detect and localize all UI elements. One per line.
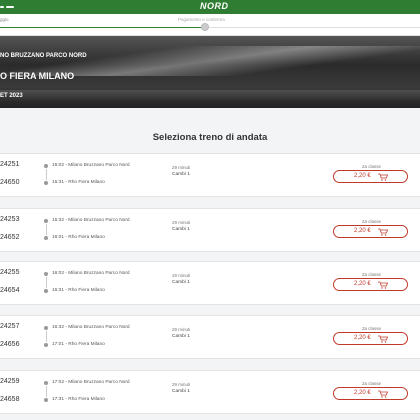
arrival-dot [44, 343, 48, 347]
price: 2,20 € [354, 335, 371, 341]
arrival-info: 17:31 - Rho Fiera Milano [52, 397, 105, 402]
changes: Cambi 1 [172, 280, 190, 285]
arrival-info: 16:31 - Rho Fiera Milano [52, 288, 105, 293]
add-to-cart-button[interactable]: 2,20 € [333, 225, 408, 238]
step-label-trip[interactable]: ggio [0, 17, 9, 22]
changes: Cambi 1 [172, 227, 190, 232]
departure-info: 15:02 - Milano Bruzzano Parco Nord [52, 163, 130, 168]
travel-class: 2a classe [362, 381, 382, 386]
duration: 29 minuti [172, 220, 191, 225]
route-line [45, 386, 47, 397]
add-to-cart-button[interactable]: 2,20 € [333, 387, 408, 400]
departure-info: 17:02 - Milano Bruzzano Parco Nord [52, 380, 130, 385]
cart-icon [378, 173, 388, 181]
hero-origin: NO BRUZZANO PARCO NORD [0, 53, 87, 59]
hero-destination: O FIERA MILANO [0, 71, 75, 81]
arrival-info: 17:01 - Rho Fiera Milano [52, 342, 105, 347]
changes: Cambi 1 [172, 389, 190, 394]
menu-icon[interactable] [0, 4, 16, 10]
changes: Cambi 1 [172, 334, 190, 339]
price: 2,20 € [354, 281, 371, 287]
departure-dot [44, 164, 48, 168]
duration: 29 minuti [172, 382, 191, 387]
duration: 29 minuti [172, 327, 191, 332]
departure-info: 16:32 - Milano Bruzzano Parco Nord [52, 325, 130, 330]
cart-icon [378, 335, 388, 343]
top-bar: NORD [0, 0, 420, 14]
train-number-1: 24251 [0, 161, 20, 168]
departure-info: 16:02 - Milano Bruzzano Parco Nord [52, 271, 130, 276]
results-area: Seleziona treno di andata 24251 24650 15… [0, 108, 420, 420]
price: 2,20 € [354, 390, 371, 396]
arrival-dot [44, 236, 48, 240]
travel-class: 2a classe [362, 272, 382, 277]
route-line [45, 224, 47, 235]
arrival-dot [44, 181, 48, 185]
price: 2,20 € [354, 173, 371, 179]
price: 2,20 € [354, 228, 371, 234]
arrival-info: 16:01 - Rho Fiera Milano [52, 235, 105, 240]
cart-icon [378, 281, 388, 289]
train-number-1: 24257 [0, 323, 20, 330]
route-line [45, 331, 47, 342]
train-option[interactable]: 24259 24658 17:02 - Milano Bruzzano Parc… [0, 370, 420, 414]
travel-class: 2a classe [362, 326, 382, 331]
route-line [45, 277, 47, 288]
departure-dot [44, 381, 48, 385]
train-number-2: 24650 [0, 179, 20, 186]
arrival-info: 15:31 - Rho Fiera Milano [52, 180, 105, 185]
hero-date: ET 2023 [0, 93, 23, 99]
route-line [45, 169, 47, 180]
train-number-2: 24658 [0, 396, 20, 403]
train-option[interactable]: 24251 24650 15:02 - Milano Bruzzano Parc… [0, 153, 420, 197]
progress-steps: ggio Pagamento e conferma [0, 14, 420, 36]
add-to-cart-button[interactable]: 2,20 € [333, 332, 408, 345]
departure-dot [44, 326, 48, 330]
cart-icon [378, 228, 388, 236]
train-number-2: 24652 [0, 234, 20, 241]
cart-icon [378, 390, 388, 398]
arrival-dot [44, 398, 48, 402]
train-number-1: 24253 [0, 216, 20, 223]
train-number-1: 24259 [0, 378, 20, 385]
duration: 29 minuti [172, 273, 191, 278]
train-number-2: 24654 [0, 287, 20, 294]
train-option[interactable]: 24253 24652 15:32 - Milano Bruzzano Parc… [0, 208, 420, 252]
hero-banner: NO BRUZZANO PARCO NORD O FIERA MILANO ET… [0, 36, 420, 108]
train-option[interactable]: 24255 24654 16:02 - Milano Bruzzano Parc… [0, 261, 420, 305]
page-title: Seleziona treno di andata [152, 132, 268, 143]
arrival-dot [44, 289, 48, 293]
duration: 29 minuti [172, 165, 191, 170]
step-dot [201, 23, 209, 31]
add-to-cart-button[interactable]: 2,20 € [333, 278, 408, 291]
train-number-1: 24255 [0, 269, 20, 276]
add-to-cart-button[interactable]: 2,20 € [333, 170, 408, 183]
travel-class: 2a classe [362, 219, 382, 224]
departure-info: 15:32 - Milano Bruzzano Parco Nord [52, 218, 130, 223]
step-track-active [0, 27, 205, 28]
changes: Cambi 1 [172, 172, 190, 177]
travel-class: 2a classe [362, 164, 382, 169]
train-number-2: 24656 [0, 341, 20, 348]
departure-dot [44, 219, 48, 223]
train-option[interactable]: 24257 24656 16:32 - Milano Bruzzano Parc… [0, 315, 420, 359]
departure-dot [44, 272, 48, 276]
logo[interactable]: NORD [200, 1, 229, 11]
step-label-payment[interactable]: Pagamento e conferma [178, 17, 225, 22]
